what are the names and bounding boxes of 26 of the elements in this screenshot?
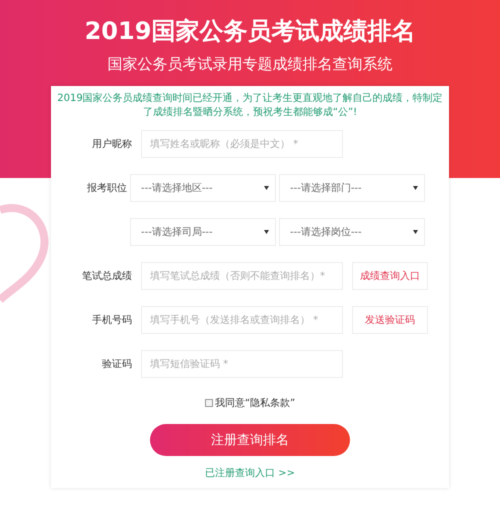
dropdown-select[interactable]: ---请选择司局--- [130, 218, 276, 246]
action-button[interactable]: 成绩查询入口 [352, 262, 428, 290]
dropdown-select[interactable]: ---请选择地区--- [130, 174, 276, 202]
caret-icon [413, 230, 418, 234]
caret-icon [413, 186, 418, 190]
input-field[interactable]: 填写姓名或昵称（必须是中文） * [141, 130, 343, 158]
caret-icon [264, 186, 269, 190]
page-title: 2019国家公务员考试成绩排名 [84, 16, 416, 47]
field-label: 用户昵称 [92, 138, 132, 151]
action-button[interactable]: 发送验证码 [352, 306, 428, 334]
agree-label: 我同意“隐私条款” [214, 396, 296, 410]
login-link[interactable]: 已注册查询入口 >> [205, 466, 295, 480]
agree-checkbox[interactable] [204, 399, 213, 407]
field-label: 报考职位 [87, 182, 127, 195]
caret-icon [264, 230, 269, 234]
input-field[interactable]: 填写手机号（发送排名或查询排名） * [141, 306, 343, 334]
input-field[interactable]: 填写短信验证码 * [141, 350, 343, 378]
page-subtitle: 国家公务员考试录用专题成绩排名查询系统 [108, 54, 392, 74]
dropdown-select[interactable]: ---请选择部门--- [279, 174, 425, 202]
submit-button[interactable]: 注册查询排名 [150, 424, 350, 456]
dropdown-select[interactable]: ---请选择岗位--- [279, 218, 425, 246]
field-label: 笔试总成绩 [82, 270, 132, 283]
field-label: 验证码 [102, 358, 132, 371]
notice-text: 2019国家公务员成绩查询时间已经开通，为了让考生更直观地了解自己的成绩，特制定了成绩排名暨晒分系统，预祝考生都能够成“公”! [56, 92, 444, 120]
field-label: 手机号码 [92, 314, 132, 327]
input-field[interactable]: 填写笔试总成绩（否则不能查询排名）* [141, 262, 343, 290]
